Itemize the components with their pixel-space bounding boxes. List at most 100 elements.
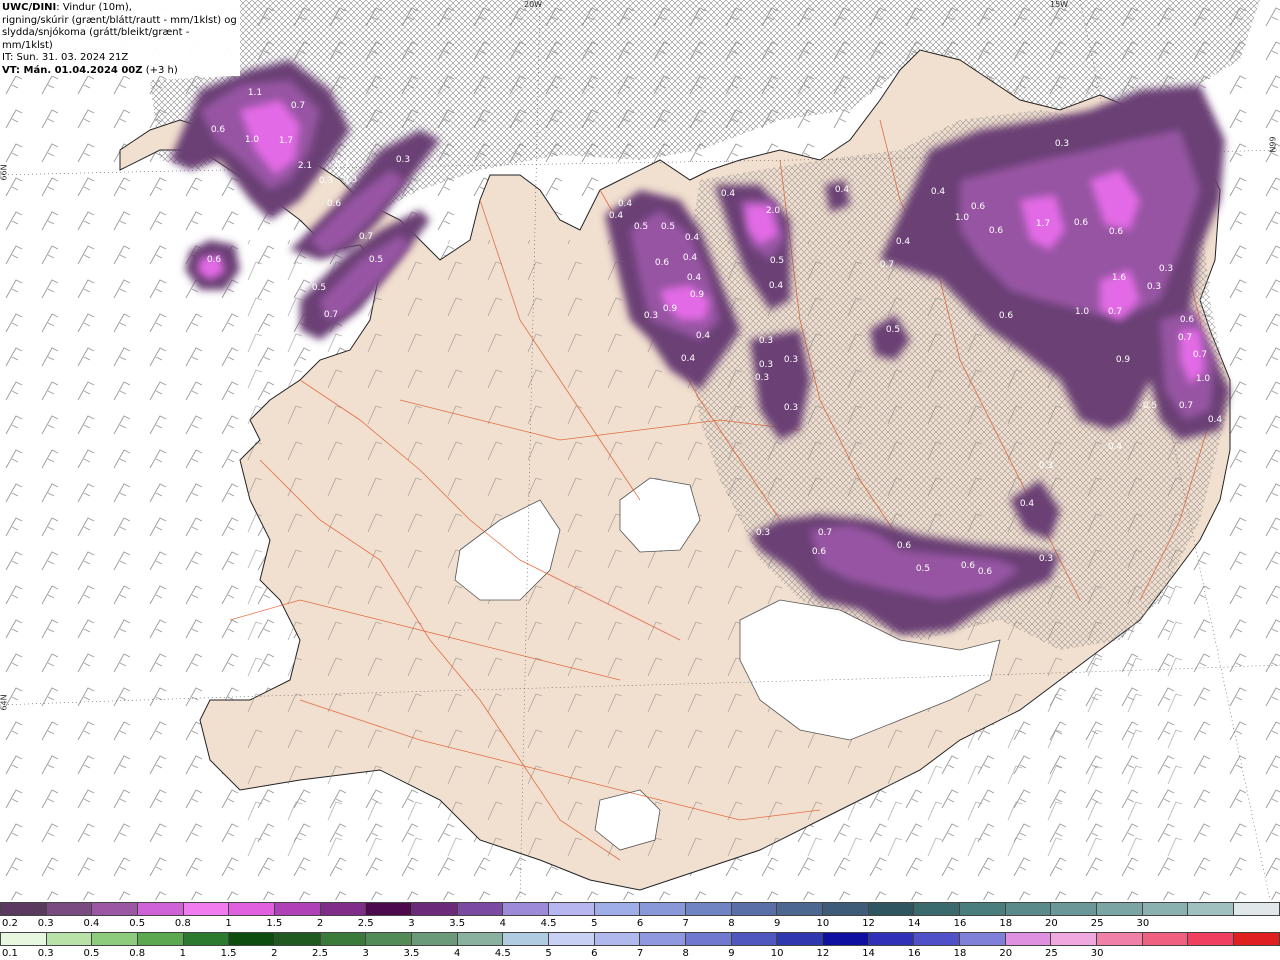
color-swatch: [1142, 932, 1189, 946]
precip-label: 0.5: [770, 256, 784, 266]
precip-label: 0.4: [835, 185, 850, 195]
precip-label: 0.4: [1208, 415, 1223, 425]
precip-label: 0.7: [1108, 307, 1122, 317]
color-swatch: [503, 902, 550, 916]
colorbar-tick-label: 7: [636, 948, 644, 959]
precip-label: 0.4: [687, 273, 702, 283]
color-swatch: [366, 932, 413, 946]
color-swatch: [457, 902, 504, 916]
colorbar-tick-label: 8: [682, 948, 689, 959]
colorbar-tick-label: 0.3: [37, 948, 54, 959]
precip-label: 2.1: [298, 161, 312, 171]
colorbar-tick-label: 1.5: [220, 948, 237, 959]
init-time: IT: Sun. 31. 03. 2024 21Z: [2, 52, 129, 64]
color-swatch: [731, 902, 778, 916]
precip-label: 0.3: [784, 355, 798, 365]
precip-label: 0.3: [1039, 461, 1053, 471]
precip-label: 0.6: [1074, 218, 1089, 228]
precip-label: 0.6: [978, 567, 993, 577]
precip-label: 0.4: [721, 189, 736, 199]
color-swatch: [1051, 902, 1098, 916]
colorbar-tick-label: 0.5: [129, 918, 146, 929]
color-swatch: [686, 902, 732, 916]
colorbar-tick-label: 18: [999, 918, 1013, 929]
color-swatch: [92, 932, 139, 946]
color-swatch: [92, 902, 139, 916]
precip-label: 1.0: [1075, 307, 1090, 317]
snow-colorbar-labels: 0.2 0.3 0.4 0.5 0.8 1 1.5 2 2.5 3 3.5 4 4.5 5 6 7 8 9 10 12…: [0, 918, 1280, 930]
colorbar-tick-label: 4.5: [494, 948, 511, 959]
title-line1: : Vindur (10m),: [56, 2, 132, 13]
precip-label: 1.0: [245, 135, 260, 145]
snow-colorbar: [0, 902, 1280, 916]
lon-label-20w: 20W: [524, 0, 543, 9]
precip-label: 0.7: [880, 260, 894, 270]
title-line2: rigning/skúrir (grænt/blátt/rautt - mm/1…: [2, 14, 237, 26]
color-swatch: [46, 932, 93, 946]
color-swatch: [229, 932, 276, 946]
color-swatch: [46, 902, 93, 916]
lat-label-64n-left: 64N: [0, 694, 9, 711]
color-swatch: [320, 902, 367, 916]
precip-label: 0.5: [634, 222, 648, 232]
color-swatch: [457, 932, 504, 946]
precip-label: 0.5: [886, 325, 900, 335]
color-swatch: [731, 932, 778, 946]
color-swatch: [412, 932, 458, 946]
colorbar-tick-label: 5: [545, 948, 552, 959]
precip-label: 1.7: [1036, 219, 1050, 229]
precip-label: 0.4: [685, 233, 700, 243]
colorbar-tick-label: 18: [953, 948, 967, 959]
color-swatch: [777, 902, 824, 916]
colorbar-tick-label: 1: [225, 918, 232, 929]
colorbar-tick-label: 14: [907, 918, 921, 929]
color-swatch: [275, 932, 321, 946]
precip-label: 1.6: [1112, 273, 1127, 283]
precip-label: 0.4: [683, 253, 698, 263]
colorbar-tick-label: 1: [179, 948, 187, 959]
precip-label: 0.9: [1116, 355, 1131, 365]
precip-label: 0.3: [759, 336, 773, 346]
color-swatch: [594, 932, 641, 946]
precip-label: 0.7: [1179, 401, 1193, 411]
color-swatch: [1188, 902, 1235, 916]
precip-label: 0.6: [999, 311, 1014, 321]
precip-label: 1.0: [955, 213, 970, 223]
colorbar-tick-label: 1.5: [266, 918, 283, 929]
color-swatch: [412, 902, 458, 916]
precip-label: 0.6: [961, 561, 976, 571]
color-swatch: [1234, 932, 1280, 946]
precip-label: 0.5: [369, 255, 383, 265]
color-swatch: [183, 902, 230, 916]
precip-label: 0.6: [1109, 227, 1124, 237]
color-swatch: [229, 902, 276, 916]
colorbar-tick-label: 8: [728, 918, 735, 929]
colorbar-tick-label: 16: [953, 918, 967, 929]
valid-time: VT: Mán. 01.04.2024 00Z: [2, 64, 143, 76]
precip-label: 0.9: [690, 290, 705, 300]
lon-label-15w: 15W: [1050, 0, 1069, 9]
colorbar-tick-label: 0.8: [129, 948, 146, 959]
color-swatch: [320, 932, 367, 946]
color-swatch: [960, 932, 1006, 946]
colorbar-tick-label: 2: [271, 948, 278, 959]
precip-label: 0.3: [644, 311, 658, 321]
colorbar-tick-label: 9: [728, 948, 735, 959]
precip-label: 0.4: [618, 199, 633, 209]
color-swatch: [1234, 902, 1280, 916]
precip-label: 0.7: [1178, 333, 1192, 343]
precip-label: 0.6: [655, 258, 670, 268]
precip-label: 0.3: [756, 528, 770, 538]
color-swatch: [138, 902, 184, 916]
precip-label: 1.1: [248, 88, 262, 98]
colorbar-tick-label: 30: [1090, 948, 1104, 959]
colorbar-tick-label: 6: [591, 948, 598, 959]
colorbar-tick-label: 12: [816, 948, 830, 959]
colorbar-tick-label: 12: [862, 918, 875, 929]
precip-label: 0.5: [916, 564, 930, 574]
precip-label: 0.5: [661, 222, 675, 232]
precip-label: 0.6: [971, 202, 986, 212]
colorbar-tick-label: 0.5: [83, 948, 100, 959]
colorbar-tick-label: 4.5: [540, 918, 557, 929]
colorbar-tick-label: 0.3: [37, 918, 54, 929]
